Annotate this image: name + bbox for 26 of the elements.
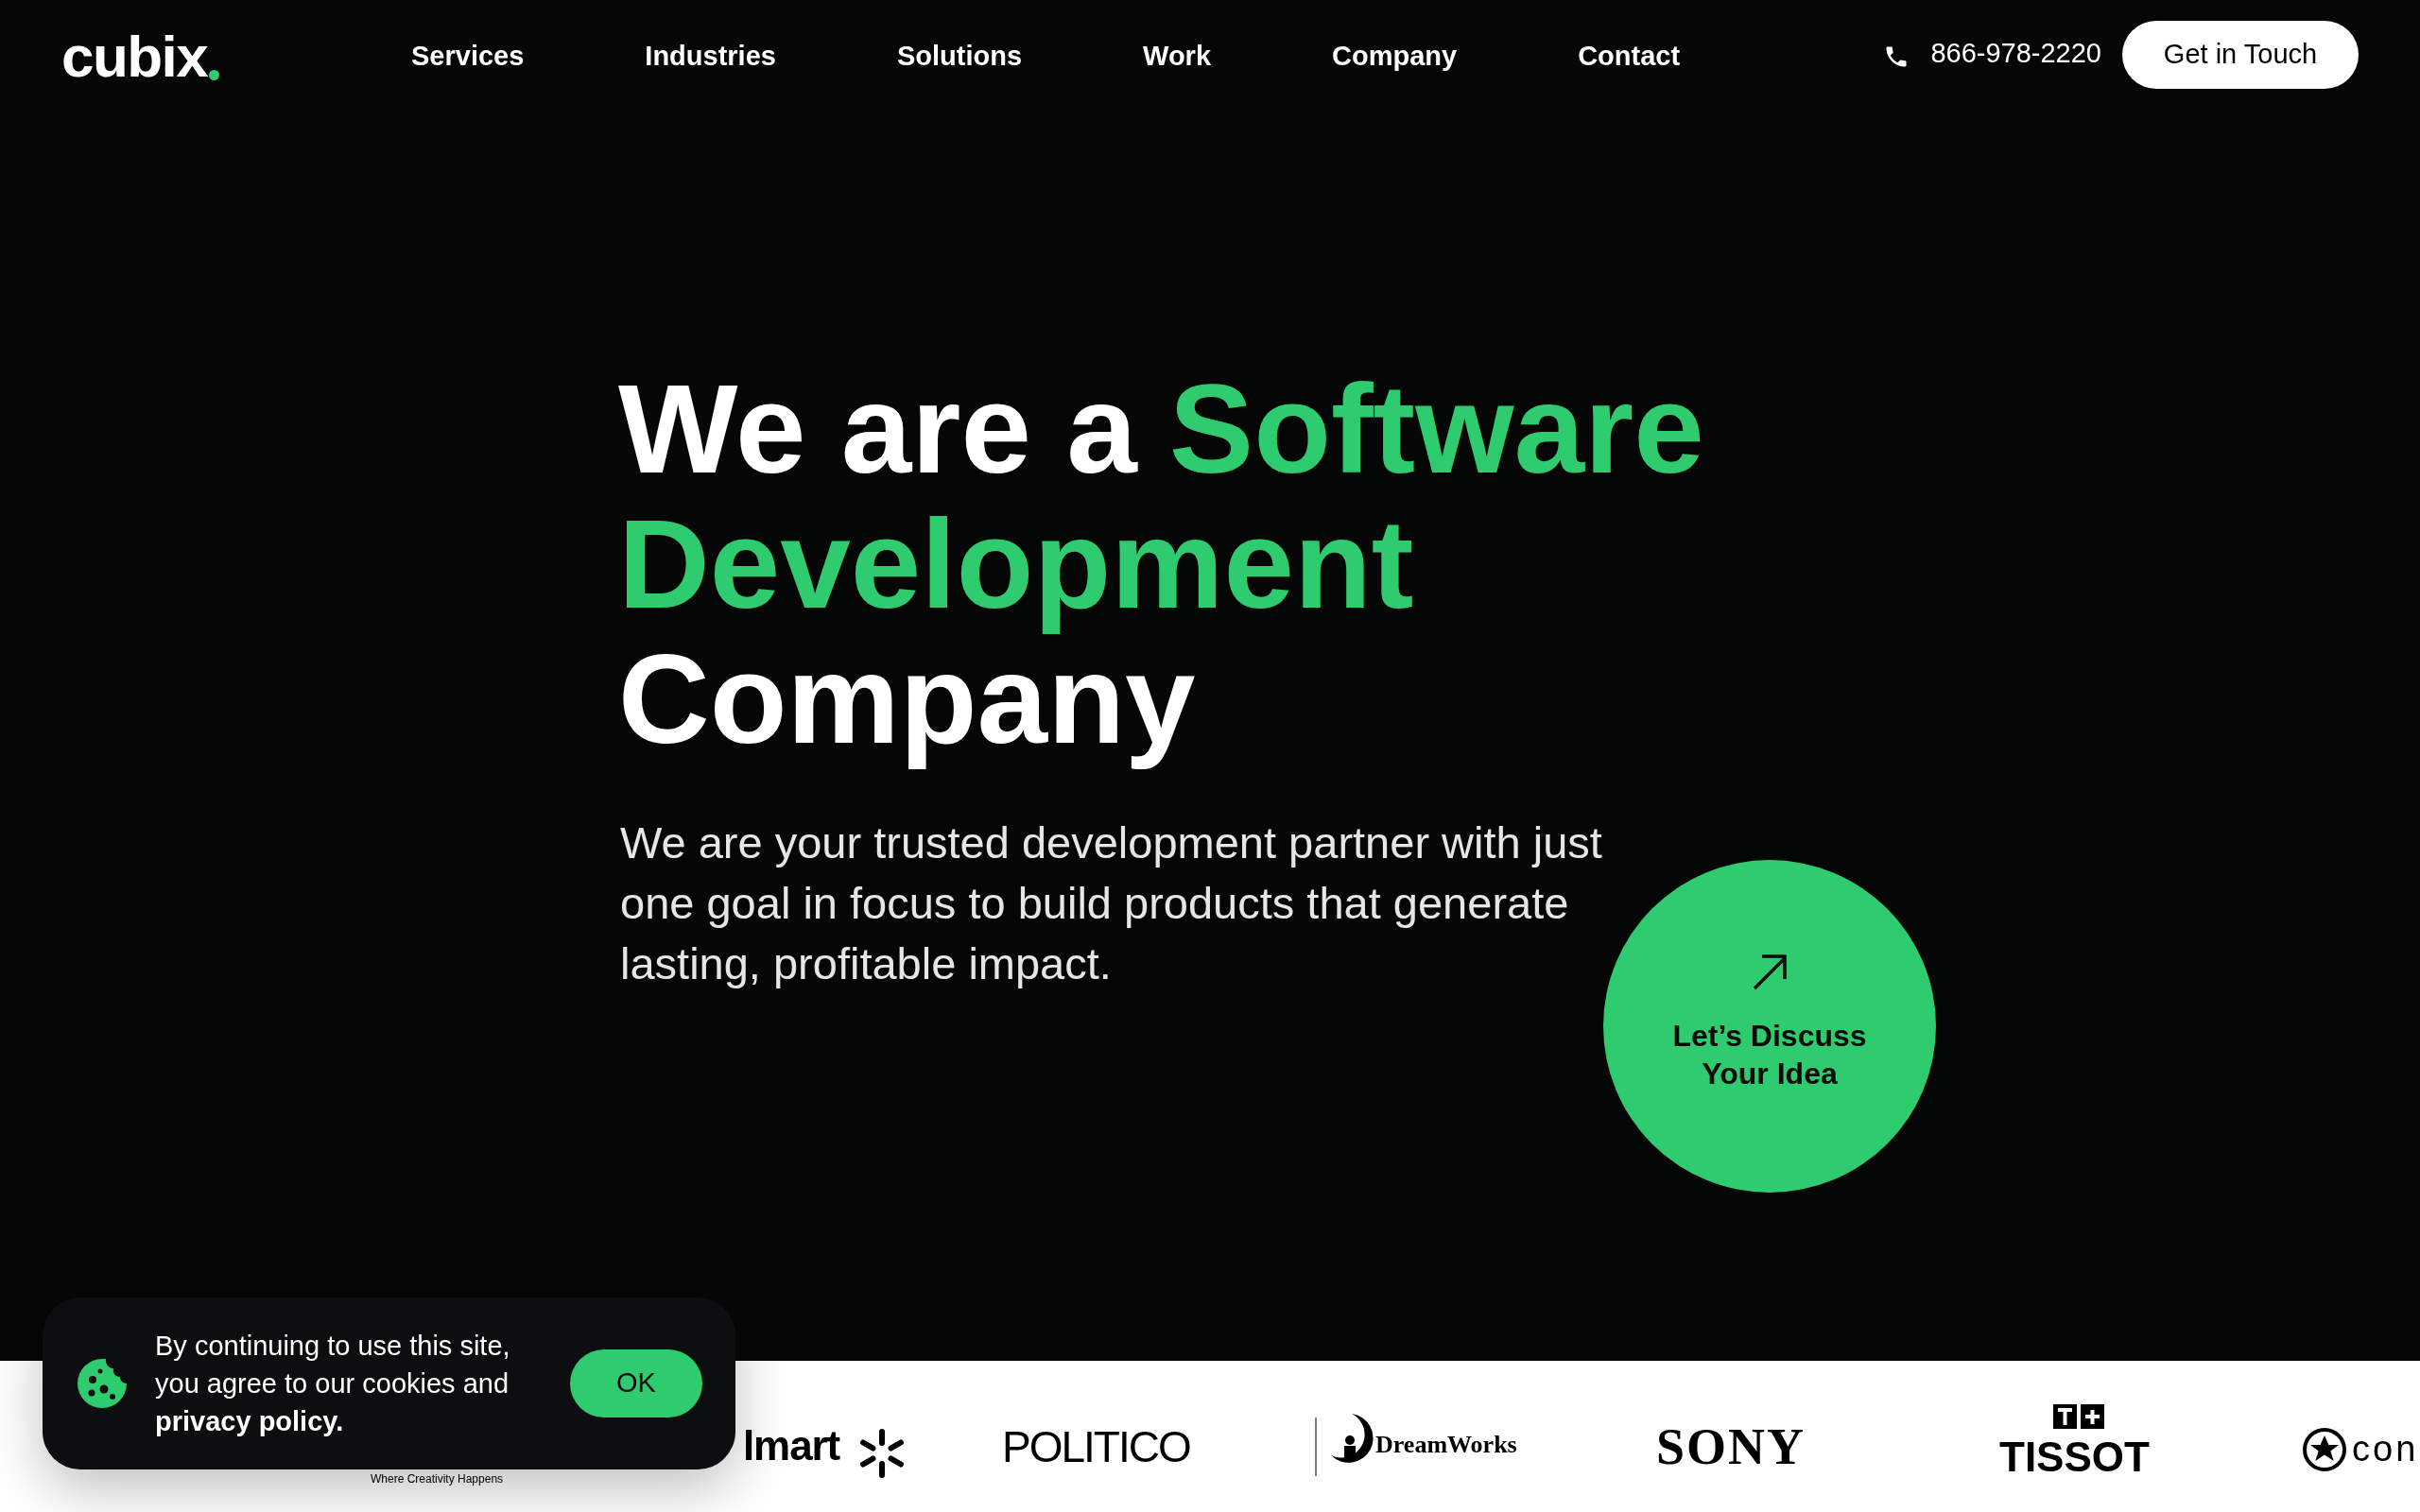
ok-button[interactable]: OK (570, 1349, 702, 1418)
brand-logo: POLITICO (1002, 1425, 1190, 1469)
phone-number[interactable]: 866-978-2220 (1930, 33, 2101, 75)
cookie-icon (76, 1357, 129, 1410)
nav-link[interactable]: Services (411, 36, 525, 77)
nav-link[interactable]: Work (1143, 36, 1211, 77)
brand-logo: lmart (743, 1425, 840, 1467)
star-circle-icon (2302, 1427, 2347, 1472)
brand-logo: SONY (1656, 1421, 1806, 1472)
brand-logo: TISSOT (1999, 1436, 2150, 1478)
brand-tagline: Where Creativity Happens (371, 1473, 504, 1485)
moon-figure-icon (1314, 1414, 1374, 1478)
cross-mark-icon (2053, 1404, 2104, 1429)
nav-link[interactable]: Industries (645, 36, 776, 77)
discuss-idea-button[interactable]: Let’s Discuss Your Idea (1603, 860, 1936, 1193)
hero-subtitle: We are your trusted development partner with just one goal in focus to build products that generate lasting, profitable impact. (620, 816, 1603, 990)
nav-link[interactable]: Company (1332, 36, 1458, 77)
get-in-touch-button[interactable]: Get in Touch (2122, 21, 2359, 89)
brand-logo: DreamWorks (1375, 1433, 1517, 1457)
heading-text: We are a (618, 361, 1137, 496)
nav-link[interactable]: Contact (1578, 36, 1681, 77)
logo[interactable]: cubix (61, 27, 208, 86)
brand-logo: con (2352, 1431, 2419, 1467)
highlighted-heading-text: Software (1168, 361, 1704, 496)
cookie-notice: By continuing to use this site, you agree to our cookies and privacy policy. (155, 1330, 511, 1438)
nav-link[interactable]: Solutions (896, 36, 1023, 77)
